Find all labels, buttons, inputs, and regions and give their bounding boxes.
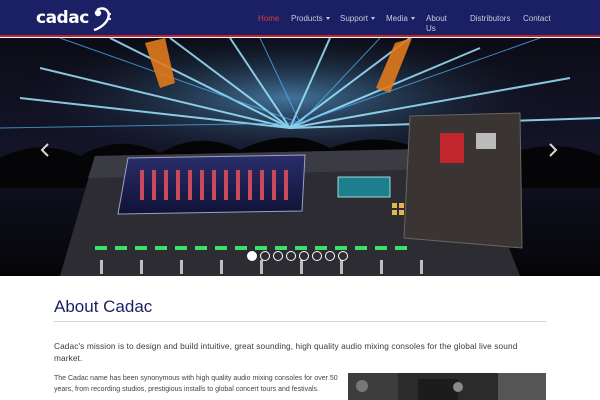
caret-down-icon xyxy=(410,17,415,21)
nav-item-distributors[interactable]: Distributors xyxy=(470,14,510,24)
history-text: The Cadac name has been synonymous with … xyxy=(54,375,338,393)
carousel-indicator[interactable] xyxy=(325,251,335,261)
nav-item-about-us[interactable]: About Us xyxy=(426,14,452,34)
chevron-left-icon xyxy=(40,143,49,157)
nav-label: Media xyxy=(386,14,408,23)
carousel-indicator[interactable] xyxy=(312,251,322,261)
carousel-indicator[interactable] xyxy=(247,251,257,261)
chevron-right-icon xyxy=(549,143,558,157)
nav-item-support[interactable]: Support xyxy=(340,14,376,24)
nav-label: Support xyxy=(340,14,369,23)
divider xyxy=(54,321,546,322)
hero-carousel xyxy=(0,38,600,276)
nav-label: Products xyxy=(291,14,323,23)
caret-down-icon xyxy=(325,17,330,21)
mission-text: Cadac's mission is to design and build i… xyxy=(54,341,518,363)
carousel-indicators xyxy=(247,251,348,262)
nav-item-media[interactable]: Media xyxy=(386,14,415,24)
about-photo-image xyxy=(348,373,546,400)
nav-item-products[interactable]: Products xyxy=(291,14,330,24)
nav-label: About Us xyxy=(426,14,447,33)
caret-down-icon xyxy=(371,17,376,21)
nav-item-home[interactable]: Home xyxy=(258,14,279,24)
nav-label: Home xyxy=(258,14,280,23)
about-photo xyxy=(348,373,546,400)
page-title: About Cadac xyxy=(54,297,153,316)
nav-label: Contact xyxy=(523,14,551,23)
carousel-indicator[interactable] xyxy=(260,251,270,261)
navbar: cadac Home Products Support Media About … xyxy=(0,0,600,37)
nav-item-contact[interactable]: Contact xyxy=(523,14,551,24)
hero-image-mixing-console xyxy=(0,38,600,276)
carousel-indicator[interactable] xyxy=(299,251,309,261)
carousel-indicator[interactable] xyxy=(338,251,348,261)
carousel-indicator[interactable] xyxy=(286,251,296,261)
carousel-indicator[interactable] xyxy=(273,251,283,261)
nav-label: Distributors xyxy=(470,14,511,23)
main-nav: Home Products Support Media About Us Dis… xyxy=(0,14,600,34)
